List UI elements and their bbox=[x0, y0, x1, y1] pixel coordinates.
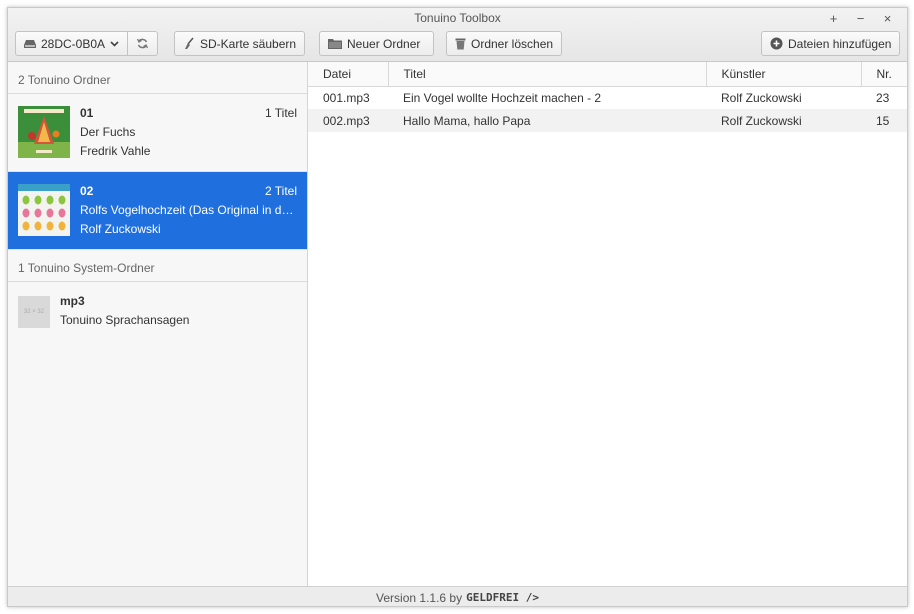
track-list-panel: Datei Titel Künstler Nr. 001.mp3 Ein Vog… bbox=[308, 62, 907, 586]
chevron-down-icon bbox=[110, 40, 119, 47]
broom-icon bbox=[185, 37, 194, 49]
clean-sd-button[interactable]: SD-Karte säubern bbox=[174, 31, 306, 56]
delete-folder-button[interactable]: Ordner löschen bbox=[446, 31, 563, 56]
version-text: Version 1.1.6 by bbox=[376, 590, 463, 605]
cell-artist: Rolf Zuckowski bbox=[721, 90, 802, 105]
cell-artist: Rolf Zuckowski bbox=[706, 109, 861, 132]
table-row[interactable]: 001.mp3 Ein Vogel wollte Hochzeit machen… bbox=[308, 86, 907, 109]
brand-logo[interactable]: GELDFREI /> bbox=[466, 591, 539, 604]
column-header-number[interactable]: Nr. bbox=[861, 62, 907, 87]
folder-album: Der Fuchs bbox=[80, 125, 136, 139]
add-circle-icon bbox=[770, 37, 783, 50]
device-selector-group: 28DC-0B0A bbox=[15, 31, 159, 56]
new-folder-label: Neuer Ordner bbox=[347, 36, 421, 51]
cell-title: Ein Vogel wollte Hochzeit machen - 2 bbox=[403, 90, 602, 105]
delete-folder-label: Ordner löschen bbox=[471, 36, 554, 51]
column-header-file[interactable]: Datei bbox=[308, 62, 389, 87]
folder-album: Rolfs Vogelhochzeit (Das Original in der… bbox=[80, 203, 297, 217]
folder-track-count: 2 Titel bbox=[264, 184, 297, 198]
table-header-row: Datei Titel Künstler Nr. bbox=[308, 62, 907, 87]
system-section-header: 1 Tonuino System-Ordner bbox=[8, 250, 307, 282]
system-folder-name: mp3 bbox=[60, 294, 85, 308]
status-footer: Version 1.1.6 by GELDFREI /> bbox=[8, 586, 907, 606]
folders-section-header: 2 Tonuino Ordner bbox=[8, 62, 307, 94]
folder-track-count: 1 Titel bbox=[264, 106, 297, 120]
system-folder-mp3[interactable]: 32 × 32 mp3 Tonuino Sprachansagen bbox=[8, 282, 307, 340]
album-cover-der-fuchs bbox=[18, 106, 70, 158]
minimize-button[interactable]: − bbox=[847, 11, 874, 27]
refresh-icon bbox=[136, 38, 149, 49]
window-title: Tonuino Toolbox bbox=[414, 11, 501, 25]
folder-item-02[interactable]: 02 Rolfs Vogelhochzeit (Das Original in … bbox=[8, 172, 307, 250]
refresh-button[interactable] bbox=[127, 32, 157, 55]
cell-number: 23 bbox=[876, 90, 890, 105]
cell-file: 001.mp3 bbox=[323, 90, 370, 105]
app-window: Tonuino Toolbox + − × 28DC-0B0A SD-Karte… bbox=[7, 7, 908, 607]
add-files-label: Dateien hinzufügen bbox=[788, 36, 892, 51]
new-window-button[interactable]: + bbox=[820, 11, 847, 27]
folder-artist: Rolf Zuckowski bbox=[80, 222, 161, 236]
column-header-title[interactable]: Titel bbox=[388, 62, 707, 87]
device-dropdown[interactable]: 28DC-0B0A bbox=[16, 32, 127, 55]
new-folder-button[interactable]: Neuer Ordner bbox=[319, 31, 434, 56]
drive-icon bbox=[24, 39, 36, 48]
table-row[interactable]: 002.mp3 Hallo Mama, hallo Papa Rolf Zuck… bbox=[308, 109, 907, 132]
cell-number: 15 bbox=[861, 109, 907, 132]
folder-sidebar: 2 Tonuino Ordner 01 Der Fuchs Fredrik Va… bbox=[8, 62, 308, 586]
system-folder-info: mp3 Tonuino Sprachansagen bbox=[60, 292, 189, 330]
cell-file: 002.mp3 bbox=[308, 109, 388, 132]
device-label: 28DC-0B0A bbox=[41, 36, 106, 51]
clean-sd-label: SD-Karte säubern bbox=[200, 36, 297, 51]
placeholder-thumbnail: 32 × 32 bbox=[18, 296, 50, 328]
track-table: Datei Titel Künstler Nr. 001.mp3 Ein Vog… bbox=[308, 62, 907, 132]
column-header-artist[interactable]: Künstler bbox=[706, 62, 862, 87]
folder-item-01[interactable]: 01 Der Fuchs Fredrik Vahle 1 Titel bbox=[8, 94, 307, 172]
window-controls: + − × bbox=[820, 11, 901, 27]
system-folder-description: Tonuino Sprachansagen bbox=[60, 313, 190, 327]
add-files-button[interactable]: Dateien hinzufügen bbox=[761, 31, 901, 56]
cell-title: Hallo Mama, hallo Papa bbox=[388, 109, 706, 132]
album-cover-vogelhochzeit bbox=[18, 184, 70, 236]
trash-icon bbox=[455, 38, 466, 50]
close-button[interactable]: × bbox=[874, 11, 901, 27]
folder-artist: Fredrik Vahle bbox=[80, 144, 151, 158]
header-bar: Tonuino Toolbox + − × 28DC-0B0A SD-Karte… bbox=[8, 8, 907, 62]
folder-icon bbox=[328, 39, 342, 49]
